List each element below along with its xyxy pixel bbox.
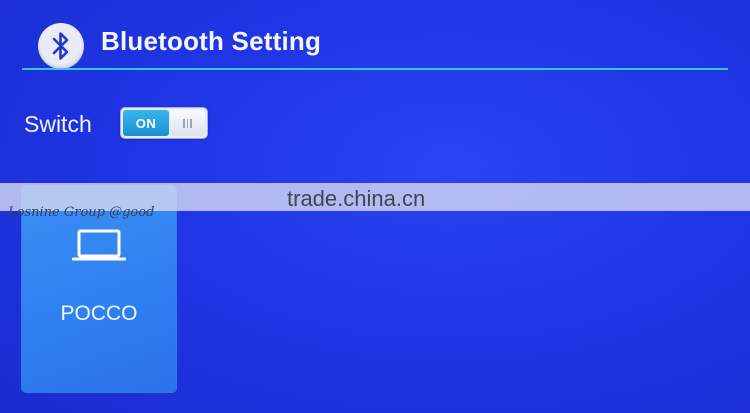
bluetooth-icon (38, 23, 84, 69)
toggle-thumb[interactable] (170, 110, 205, 136)
switch-label: Switch (24, 111, 92, 137)
device-name: POCCO (60, 302, 138, 325)
header: Bluetooth Setting (0, 0, 750, 72)
toggle-state-label: ON (123, 110, 169, 136)
grip-icon (183, 118, 192, 128)
laptop-icon (72, 229, 126, 261)
watermark-company-text: Losnine Group @good (8, 205, 155, 220)
header-divider (22, 68, 728, 70)
bluetooth-toggle[interactable]: ON (121, 108, 207, 138)
watermark-site-text: trade.china.cn (287, 186, 426, 211)
page-title: Bluetooth Setting (101, 26, 322, 56)
